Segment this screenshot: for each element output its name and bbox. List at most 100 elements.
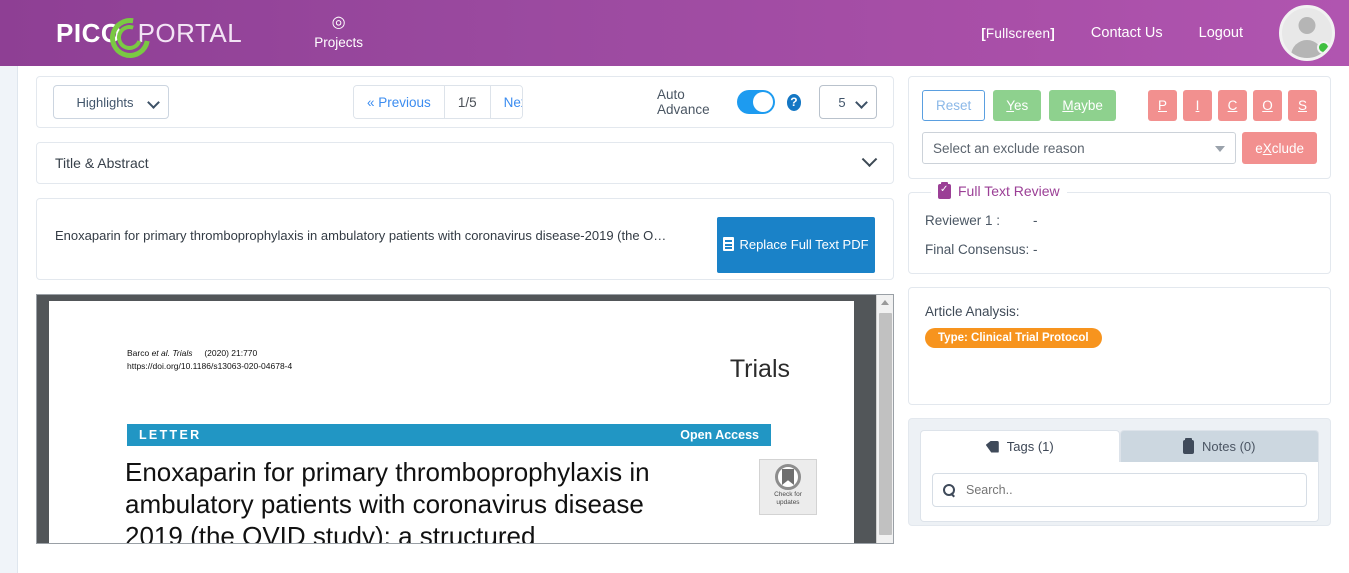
consensus-row: Final Consensus: - [925,242,1314,257]
review-toolbar: Highlights « Previous 1/5 Next » Auto Ad… [36,76,894,128]
scroll-up-arrow-icon[interactable] [881,300,889,305]
previous-caret-icon: « [367,94,375,110]
tags-notes-panel: Tags (1) Notes (0) [908,418,1331,526]
reviewer-row: Reviewer 1 : - [925,213,1314,228]
avatar[interactable] [1279,5,1335,61]
decision-panel: Reset Yes Maybe P I C O S Select an excl… [908,76,1331,179]
advance-seconds-select[interactable]: 5 [819,85,878,119]
maybe-button[interactable]: Maybe [1049,90,1116,121]
pagination: « Previous 1/5 Next » [353,85,524,119]
exclude-reason-select[interactable]: Select an exclude reason [922,132,1237,164]
highlights-select[interactable]: Highlights [53,85,169,119]
reviewer-1-label: Reviewer 1 : [925,213,1001,228]
tab-tags[interactable]: Tags (1) [920,430,1120,462]
pdf-citation-author: Barco [127,348,152,358]
pdf-file-icon [723,236,735,251]
fullscreen-label: Fullscreen [985,25,1051,41]
tags-search-box[interactable] [932,473,1307,507]
pico-label-o: O [1262,98,1273,113]
fullscreen-bracket-right-icon: ] [1050,25,1055,41]
previous-label: Previous [378,94,431,110]
yes-button[interactable]: Yes [993,90,1042,121]
pico-label-s: S [1297,98,1307,113]
full-text-review-title: Full Text Review [958,183,1060,199]
replace-full-text-pdf-button[interactable]: Replace Full Text PDF [717,217,875,273]
search-input[interactable] [964,482,1296,498]
chevron-down-icon [1215,146,1226,152]
pico-button-i[interactable]: I [1183,90,1212,121]
exclude-row: Select an exclude reason eXclude [922,132,1317,164]
crossmark-badge[interactable]: Check for updates [759,459,817,515]
scrollbar-thumb[interactable] [879,313,892,535]
abstract-card: Enoxaparin for primary thromboprophylaxi… [36,198,894,280]
pico-button-c[interactable]: C [1218,90,1247,121]
advance-seconds-select-wrap: 5 [801,85,878,119]
pdf-scrollbar[interactable] [876,295,893,543]
pdf-letter-label: LETTER [139,428,202,442]
maybe-accel: M [1062,98,1074,113]
auto-advance-toggle[interactable] [736,90,775,114]
nav-projects-label: Projects [314,35,363,50]
exclude-accel: X [1262,140,1272,156]
pdf-citation: Barco et al. Trials (2020) 21:770 https:… [127,347,292,373]
pdf-article-type-band: LETTER Open Access [127,424,771,446]
left-column: Highlights « Previous 1/5 Next » Auto Ad… [36,76,894,573]
yes-rest: es [1014,98,1029,113]
chevron-down-icon [861,150,878,167]
pdf-viewer[interactable]: Barco et al. Trials (2020) 21:770 https:… [36,294,894,544]
clipboard-check-icon [938,181,951,199]
title-abstract-label: Title & Abstract [55,155,149,171]
page-body: Highlights « Previous 1/5 Next » Auto Ad… [0,66,1349,573]
maybe-rest: aybe [1073,98,1103,113]
toggle-knob [752,92,773,112]
clipboard-icon [1183,437,1195,454]
pdf-open-access-label: Open Access [680,428,759,442]
pdf-page: Barco et al. Trials (2020) 21:770 https:… [49,301,854,543]
crossmark-line1: Check for [774,491,802,498]
fullscreen-button[interactable]: [Fullscreen] [981,26,1055,41]
nav-item-projects[interactable]: ◎ Projects [314,14,363,51]
pdf-journal-name: Trials [729,355,790,383]
article-analysis-panel: Article Analysis: Type: Clinical Trial P… [908,287,1331,405]
brand-logo[interactable]: PICO PORTAL [56,13,242,53]
tab-notes[interactable]: Notes (0) [1119,430,1319,462]
pico-button-o[interactable]: O [1253,90,1282,121]
header-actions: [Fullscreen] Contact Us Logout [981,5,1335,61]
pdf-citation-journal: et al. Trials [151,348,193,358]
pico-label-i: I [1195,98,1200,113]
exclude-post: clude [1271,140,1304,156]
tags-notes-tabs: Tags (1) Notes (0) [920,430,1319,462]
exclude-button[interactable]: eXclude [1242,132,1317,164]
pico-button-p[interactable]: P [1148,90,1177,121]
tab-tags-label: Tags (1) [1006,439,1054,454]
logout-link[interactable]: Logout [1199,25,1243,41]
full-text-review-legend: Full Text Review [931,181,1067,199]
yes-accel: Y [1006,98,1015,113]
brand-swirl-icon [108,16,142,50]
pico-button-s[interactable]: S [1288,90,1317,121]
title-abstract-accordion[interactable]: Title & Abstract [36,142,894,184]
next-button[interactable]: Next » [490,86,523,118]
pico-button-group: P I C O S [1148,90,1317,121]
main-content: Highlights « Previous 1/5 Next » Auto Ad… [18,66,1349,573]
auto-advance-label: Auto Advance [657,87,710,117]
brand-portal-text: PORTAL [137,17,243,48]
replace-button-label: Replace Full Text PDF [739,236,869,252]
left-rail [0,66,18,573]
previous-button[interactable]: « Previous [354,86,445,118]
highlights-select-wrap: Highlights [53,85,169,119]
pdf-citation-volume: (2020) 21:770 [204,348,258,358]
tag-icon [985,440,999,453]
help-icon[interactable]: ? [786,93,802,111]
contact-us-link[interactable]: Contact Us [1091,25,1163,41]
final-consensus-label: Final Consensus: [925,242,1030,257]
exclude-pre: e [1255,140,1263,156]
reset-button[interactable]: Reset [922,90,986,121]
avatar-head-icon [1298,17,1316,34]
right-column: Reset Yes Maybe P I C O S Select an excl… [908,76,1331,573]
status-online-dot [1317,41,1330,54]
decision-buttons-row: Reset Yes Maybe P I C O S [922,90,1317,121]
article-analysis-title: Article Analysis: [925,304,1020,319]
search-icon [943,484,955,496]
tab-notes-label: Notes (0) [1202,439,1256,454]
